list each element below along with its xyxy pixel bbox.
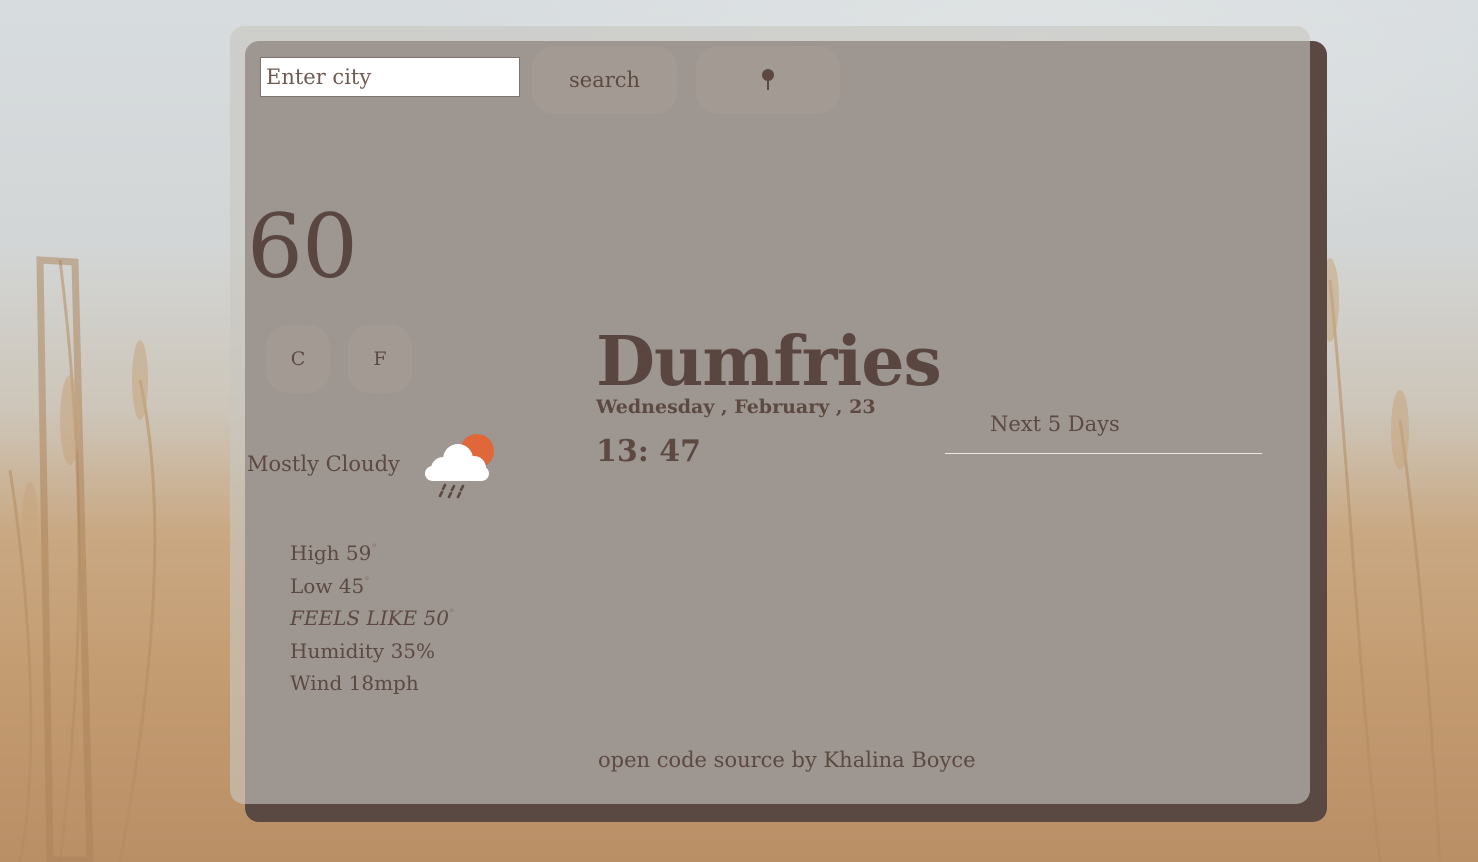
wind-speed: Wind 18mph [290, 671, 419, 695]
fahrenheit-button[interactable]: F [348, 325, 412, 393]
cloud-rain-sun-icon [425, 434, 494, 499]
feels-like-temperature: FEELS LIKE 50° [290, 606, 455, 630]
forecast-divider [945, 453, 1262, 454]
city-name: Dumfries [596, 322, 942, 402]
search-button[interactable]: search [532, 46, 677, 114]
weather-stats: High 59° Low 45° FEELS LIKE 50° Humidity… [290, 537, 454, 700]
map-pin-icon [762, 69, 774, 90]
high-temperature: High 59° [290, 541, 377, 565]
current-date: Wednesday , February , 23 [596, 396, 876, 418]
low-temperature: Low 45° [290, 573, 370, 598]
current-time: 13: 47 [596, 434, 702, 469]
celsius-button[interactable]: C [266, 325, 330, 393]
humidity: Humidity 35% [290, 638, 436, 663]
forecast-title: Next 5 Days [990, 412, 1120, 436]
weather-condition: Mostly Cloudy [247, 452, 400, 476]
footer-credit: open code source by Khalina Boyce [598, 748, 976, 772]
current-temperature: 60 [247, 195, 358, 298]
current-location-button[interactable] [696, 46, 840, 114]
city-search-input[interactable] [260, 57, 520, 97]
